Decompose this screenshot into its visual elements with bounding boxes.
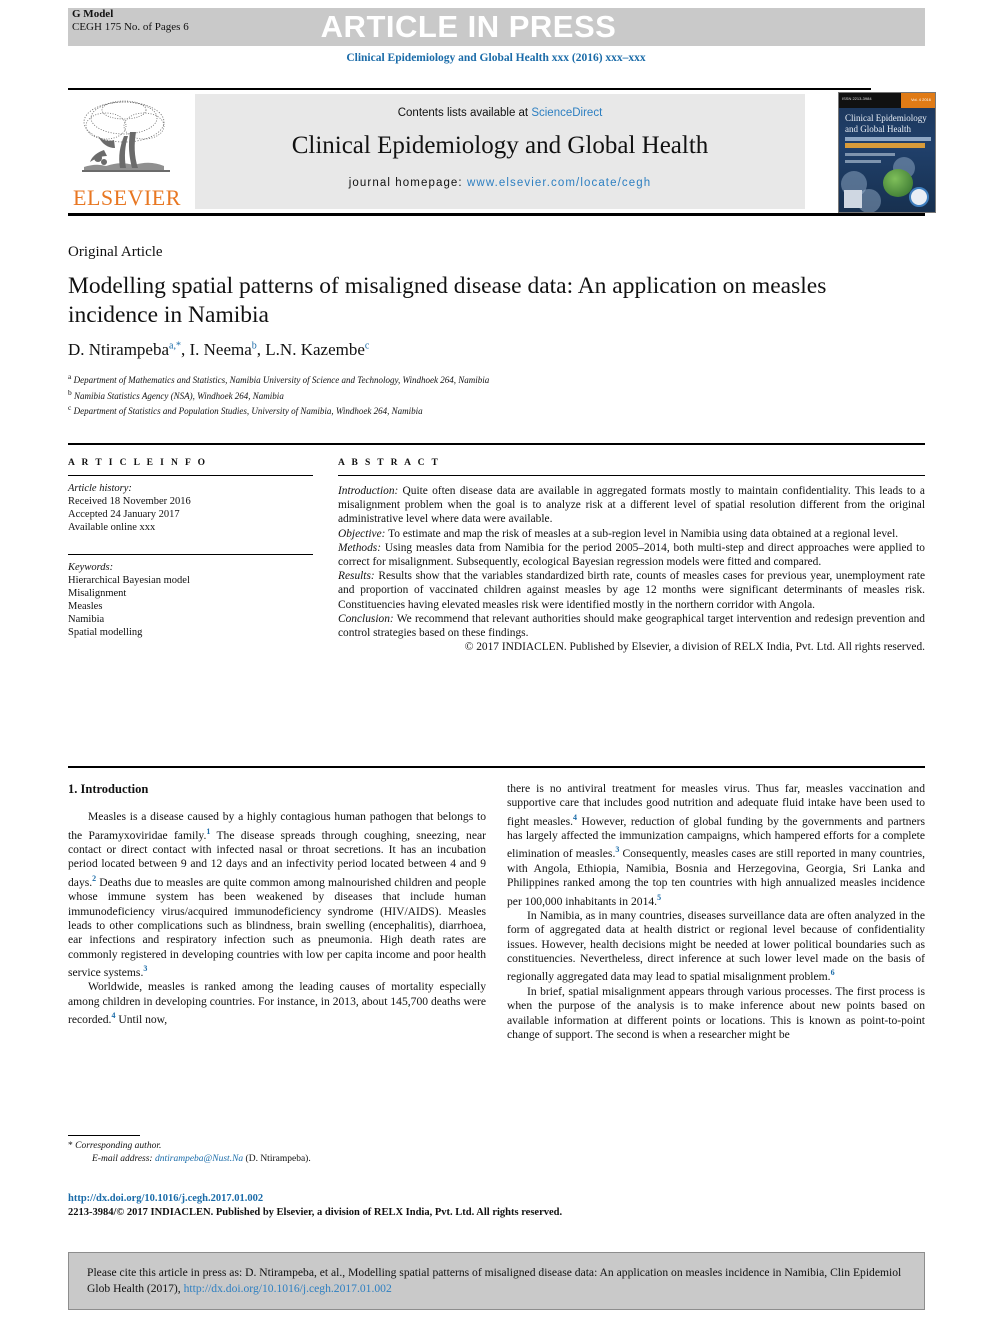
- sciencedirect-link[interactable]: ScienceDirect: [531, 107, 602, 119]
- page-title: Modelling spatial patterns of misaligned…: [68, 273, 827, 328]
- g-model-label: G Model: [72, 8, 114, 20]
- cite-this-article-box: Please cite this article in press as: D.…: [68, 1252, 925, 1310]
- abstract-section: Conclusion: We recommend that relevant a…: [338, 612, 925, 640]
- abstract-heading: A B S T R A C T: [338, 458, 441, 468]
- abstract-section: Objective: To estimate and map the risk …: [338, 527, 899, 540]
- cover-accent-bar-2: [845, 143, 925, 148]
- affiliation-item: b Namibia Statistics Agency (NSA), Windh…: [68, 387, 284, 401]
- body-paragraph: Worldwide, measles is ranked among the l…: [68, 980, 486, 1027]
- abstract-divider: [338, 475, 925, 476]
- abstract-section: Results: Results show that the variables…: [338, 570, 925, 611]
- abstract-section: Methods: Using measles data from Namibia…: [338, 541, 925, 569]
- abstract-section-label: Objective:: [338, 527, 386, 540]
- cover-issn-text: ISSN 2213-3984: [842, 96, 872, 101]
- body-paragraph: In brief, spatial misalignment appears t…: [507, 984, 925, 1041]
- g-model-code: CEGH 175 No. of Pages 6: [72, 21, 189, 33]
- keyword-item: Measles: [68, 601, 103, 612]
- body-paragraph: In Namibia, as in many countries, diseas…: [507, 908, 925, 984]
- masthead-rule-bottom: [68, 213, 925, 216]
- body-paragraph: there is no antiviral treatment for meas…: [507, 782, 926, 908]
- abstract-section-label: Introduction:: [338, 485, 399, 497]
- journal-homepage-line: journal homepage: www.elsevier.com/locat…: [195, 177, 805, 189]
- article-history-item: Available online xxx: [68, 522, 156, 533]
- abstract-section-label: Conclusion:: [338, 612, 394, 625]
- email-label: E-mail address:: [92, 1153, 153, 1164]
- running-head: Clinical Epidemiology and Global Health …: [346, 52, 646, 64]
- email-link[interactable]: dntirampeba@Nust.Na: [155, 1154, 243, 1164]
- abstract-column: A B S T R A C T Introduction: Quite ofte…: [338, 458, 925, 654]
- article-history-label: Article history:: [68, 483, 132, 494]
- masthead: ELSEVIER Contents lists available at Sci…: [68, 88, 936, 216]
- abstract-rule-bottom: [68, 766, 925, 768]
- elsevier-logo: ELSEVIER: [68, 94, 186, 212]
- affiliation-list: a Department of Mathematics and Statisti…: [68, 371, 868, 418]
- affiliation-item: a Department of Mathematics and Statisti…: [68, 372, 490, 385]
- author-list: D. Ntirampebaa,*, I. Neemab, L.N. Kazemb…: [68, 340, 370, 359]
- cite-this-article-text: Please cite this article in press as: D.…: [69, 1253, 924, 1297]
- affiliation-item: c Department of Statistics and Populatio…: [68, 403, 423, 416]
- keyword-item: Hierarchical Bayesian model: [68, 575, 190, 586]
- keywords-divider: [68, 554, 313, 555]
- cover-journal-title: Clinical Epidemiology and Global Health: [845, 113, 927, 134]
- cover-photo-subject: [883, 169, 913, 197]
- abstract-section-label: Results:: [338, 570, 375, 583]
- keyword-item: Namibia: [68, 614, 105, 625]
- cover-elsevier-mark: [844, 190, 862, 208]
- info-divider: [68, 475, 313, 476]
- footnote-rule: [68, 1135, 140, 1136]
- corresponding-author-footnote: * Corresponding author. E-mail address: …: [68, 1140, 488, 1165]
- cover-accent-bar-1: [845, 137, 931, 141]
- keywords-label: Keywords:: [68, 562, 114, 573]
- abstract-section: Introduction: Quite often disease data a…: [338, 485, 925, 526]
- article-type: Original Article: [68, 244, 163, 260]
- article-info-heading: A R T I C L E I N F O: [68, 458, 208, 468]
- elsevier-wordmark: ELSEVIER: [73, 185, 181, 210]
- journal-homepage-link[interactable]: www.elsevier.com/locate/cegh: [467, 177, 651, 189]
- email-owner: (D. Ntirampeba).: [245, 1153, 311, 1164]
- keyword-items: Hierarchical Bayesian model Misalignment M…: [68, 574, 313, 639]
- journal-cover-image: ISSN 2213-3984 Vol. 4 2016 Clinical Epid…: [838, 92, 936, 213]
- cite-doi-link[interactable]: http://dx.doi.org/10.1016/j.cegh.2017.01…: [184, 1282, 392, 1295]
- cover-accent-bar-3: [845, 153, 895, 156]
- body-column-right: there is no antiviral treatment for meas…: [507, 782, 925, 1042]
- doi-line: http://dx.doi.org/10.1016/j.cegh.2017.01…: [68, 1192, 568, 1206]
- body-right-paragraphs: there is no antiviral treatment for meas…: [507, 782, 925, 1042]
- body-paragraph: Measles is a disease caused by a highly …: [68, 810, 486, 980]
- cover-volume-text: Vol. 4 2016: [910, 97, 931, 102]
- article-info-column: A R T I C L E I N F O Article history: R…: [68, 458, 313, 639]
- article-history-items: Received 18 November 2016 Accepted 24 Jan…: [68, 495, 313, 534]
- doi-link[interactable]: http://dx.doi.org/10.1016/j.cegh.2017.01…: [68, 1193, 263, 1204]
- contents-line: Contents lists available at ScienceDirec…: [195, 94, 805, 119]
- article-history-block: Article history: Received 18 November 20…: [68, 482, 313, 534]
- section-heading-introduction: 1. Introduction: [68, 782, 149, 796]
- abstract-body: Introduction: Quite often disease data a…: [338, 484, 925, 654]
- info-rule-top: [68, 443, 925, 445]
- article-history-item: Accepted 24 January 2017: [68, 509, 180, 520]
- contents-prefix: Contents lists available at: [397, 107, 532, 119]
- g-model-block: G Model CEGH 175 No. of Pages 6: [72, 8, 332, 34]
- keywords-block: Keywords: Hierarchical Bayesian model Mis…: [68, 561, 313, 639]
- masthead-center: Contents lists available at ScienceDirec…: [195, 94, 805, 209]
- keyword-item: Spatial modelling: [68, 627, 143, 638]
- elsevier-tree-icon: [82, 100, 170, 172]
- cover-accent-bar-4: [845, 160, 881, 163]
- paper-page: ARTICLE IN PRESS G Model CEGH 175 No. of…: [0, 0, 992, 1323]
- body-column-left: 1. Introduction Measles is a disease cau…: [68, 782, 486, 1028]
- corresponding-author-label: Corresponding author.: [75, 1141, 162, 1151]
- cover-society-badge: [909, 187, 929, 207]
- body-left-paragraphs: Measles is a disease caused by a highly …: [68, 810, 486, 1027]
- issn-copyright-line: 2213-3984/© 2017 INDIACLEN. Published by…: [68, 1207, 563, 1218]
- abstract-copyright: © 2017 INDIACLEN. Published by Elsevier,…: [464, 641, 925, 654]
- keyword-item: Misalignment: [68, 588, 127, 599]
- abstract-section-label: Methods:: [338, 541, 382, 554]
- corresponding-author-marker: *: [68, 1141, 73, 1151]
- article-history-item: Received 18 November 2016: [68, 496, 191, 507]
- journal-title: Clinical Epidemiology and Global Health: [291, 132, 709, 159]
- homepage-prefix: journal homepage:: [348, 177, 468, 189]
